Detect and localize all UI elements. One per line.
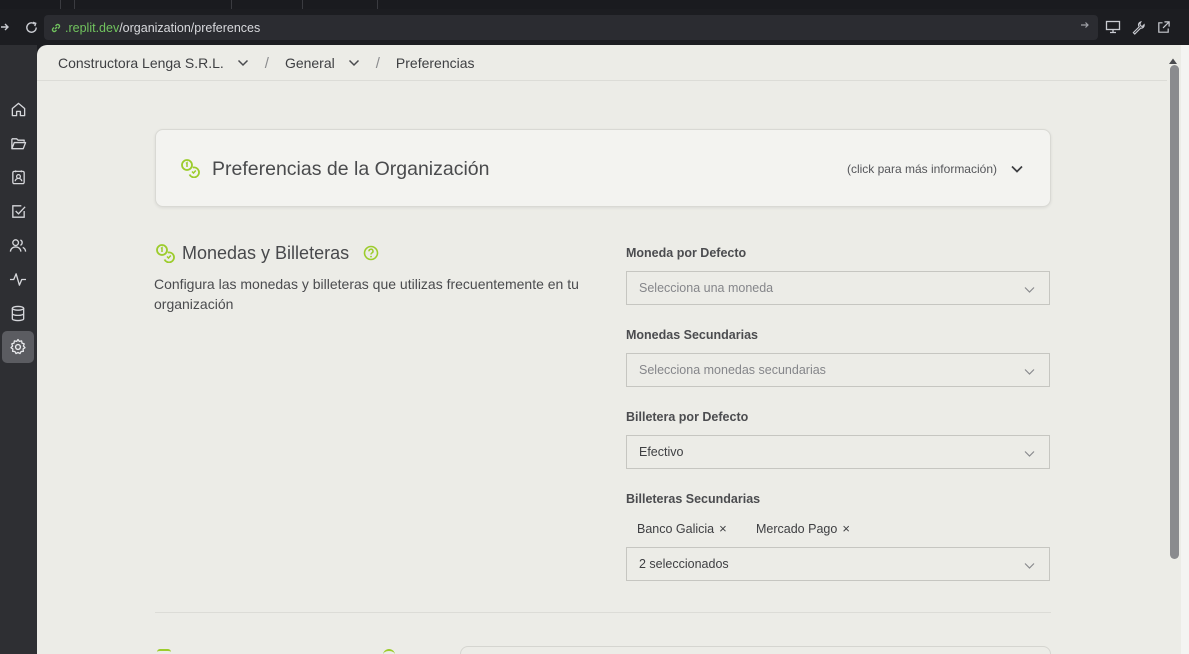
- go-arrow-icon[interactable]: [1080, 19, 1090, 33]
- chevron-down-icon[interactable]: [1010, 161, 1024, 179]
- preferences-header-card[interactable]: Preferencias de la Organización (click p…: [155, 129, 1051, 207]
- activity-icon: [9, 271, 27, 288]
- wallet-chip: Banco Galicia ×: [637, 521, 727, 536]
- sidebar-item-users[interactable]: [2, 229, 34, 261]
- breadcrumb-separator: /: [264, 54, 269, 72]
- forward-arrow-icon[interactable]: [0, 9, 12, 45]
- chevron-down-icon: [348, 59, 360, 67]
- gear-icon: [9, 338, 27, 356]
- wallet-chip-label: Mercado Pago: [756, 521, 838, 536]
- browser-tab-strip: [0, 0, 1189, 9]
- default-currency-select[interactable]: Selecciona una moneda: [626, 271, 1050, 305]
- default-currency-label: Moneda por Defecto: [626, 246, 747, 260]
- browser-toolbar: .replit.dev/organization/preferences: [0, 9, 1189, 45]
- section-description: Configura las monedas y billeteras que u…: [154, 276, 579, 312]
- app-sidebar: [0, 45, 37, 654]
- tab-divider: [60, 0, 61, 9]
- home-icon: [10, 101, 27, 118]
- tasks-icon: [10, 203, 27, 220]
- breadcrumb-section[interactable]: General: [285, 55, 360, 71]
- page-title: Preferencias de la Organización: [212, 158, 490, 180]
- breadcrumb-page: Preferencias: [395, 55, 475, 71]
- users-icon: [9, 237, 27, 254]
- secondary-currencies-select[interactable]: Selecciona monedas secundarias: [626, 353, 1050, 387]
- remove-chip-button[interactable]: ×: [842, 521, 850, 536]
- next-section-icon: [157, 649, 171, 654]
- coins-icon: [180, 158, 200, 183]
- sidebar-item-contacts[interactable]: [2, 161, 34, 193]
- url-host: .replit.dev: [65, 20, 120, 35]
- wallet-chip: Mercado Pago ×: [756, 521, 850, 536]
- breadcrumb-section-label: General: [284, 55, 335, 71]
- section-divider: [155, 612, 1051, 613]
- breadcrumb-organization[interactable]: Constructora Lenga S.R.L.: [58, 55, 249, 71]
- secondary-currencies-label: Monedas Secundarias: [626, 328, 758, 342]
- chevron-down-icon: [1024, 447, 1035, 461]
- next-section-help-icon: [383, 649, 395, 654]
- sidebar-item-database[interactable]: [2, 297, 34, 329]
- default-currency-placeholder: Selecciona una moneda: [639, 281, 774, 295]
- secondary-wallets-label: Billeteras Secundarias: [626, 492, 761, 506]
- folder-icon: [10, 135, 27, 152]
- secondary-currencies-placeholder: Selecciona monedas secundarias: [639, 363, 826, 377]
- breadcrumb-organization-label: Constructora Lenga S.R.L.: [58, 55, 224, 71]
- sidebar-item-activity[interactable]: [2, 263, 34, 295]
- chevron-down-icon: [1024, 559, 1035, 573]
- browser-actions: [1105, 9, 1171, 45]
- sidebar-item-projects[interactable]: [2, 127, 34, 159]
- scroll-up-arrow-icon[interactable]: [1168, 52, 1180, 64]
- scrollbar-track-edge: [1181, 45, 1189, 654]
- url-field[interactable]: .replit.dev/organization/preferences: [44, 15, 1098, 40]
- sidebar-item-settings[interactable]: [2, 331, 34, 363]
- tab-divider: [302, 0, 303, 9]
- default-wallet-label: Billetera por Defecto: [626, 410, 749, 424]
- default-wallet-value: Efectivo: [639, 445, 684, 459]
- reload-icon[interactable]: [20, 9, 42, 45]
- monitor-icon[interactable]: [1105, 20, 1121, 34]
- coins-icon: [155, 243, 175, 268]
- tab-divider: [74, 0, 75, 9]
- breadcrumb-divider: [37, 80, 1167, 81]
- open-external-icon[interactable]: [1156, 20, 1171, 35]
- breadcrumb: Constructora Lenga S.R.L. / General / Pr…: [58, 45, 475, 81]
- wrench-icon[interactable]: [1131, 20, 1146, 35]
- contacts-icon: [10, 169, 27, 186]
- help-icon[interactable]: [363, 245, 379, 266]
- secondary-wallets-select[interactable]: 2 seleccionados: [626, 547, 1050, 581]
- remove-chip-button[interactable]: ×: [719, 521, 727, 536]
- breadcrumb-separator: /: [375, 54, 380, 72]
- tab-divider: [231, 0, 232, 9]
- url-path: /organization/preferences: [119, 20, 261, 35]
- chevron-down-icon: [1024, 283, 1035, 297]
- scrollbar-thumb[interactable]: [1170, 65, 1179, 559]
- main-content: Constructora Lenga S.R.L. / General / Pr…: [37, 45, 1167, 654]
- wallet-chip-label: Banco Galicia: [637, 521, 715, 536]
- sidebar-item-home[interactable]: [2, 93, 34, 125]
- default-wallet-select[interactable]: Efectivo: [626, 435, 1050, 469]
- link-icon: [50, 22, 62, 34]
- sidebar-item-tasks[interactable]: [2, 195, 34, 227]
- chevron-down-icon: [1024, 365, 1035, 379]
- section-title: Monedas y Billeteras: [182, 243, 350, 263]
- more-info-hint[interactable]: (click para más información): [847, 162, 997, 176]
- secondary-wallets-value: 2 seleccionados: [639, 557, 729, 571]
- next-section-card: [460, 646, 1051, 654]
- tab-divider: [377, 0, 378, 9]
- chevron-down-icon: [237, 59, 249, 67]
- database-icon: [10, 305, 26, 322]
